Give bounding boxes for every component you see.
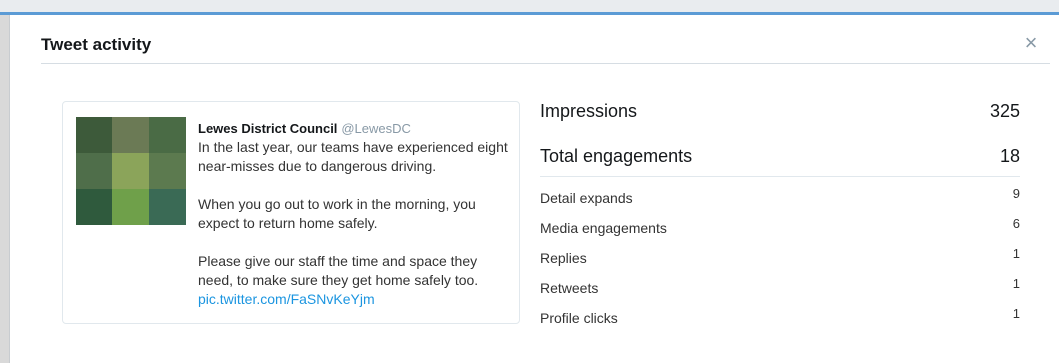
background-page-strip [0, 0, 1059, 15]
tweet-activity-modal: Tweet activity × Lewes District Council … [9, 15, 1059, 363]
stat-label: Retweets [540, 280, 599, 296]
tweet-body: Lewes District Council @LewesDC In the l… [198, 119, 508, 309]
tweet-media-thumbnail[interactable] [76, 117, 186, 225]
stat-value: 1 [1012, 246, 1020, 261]
media-tile [76, 189, 112, 225]
close-icon[interactable]: × [1020, 32, 1042, 54]
tweet-card[interactable]: Lewes District Council @LewesDC In the l… [62, 101, 520, 324]
media-tile [149, 189, 186, 225]
stat-value: 9 [1012, 186, 1020, 201]
media-tile [112, 153, 149, 189]
author-handle[interactable]: @LewesDC [341, 121, 411, 136]
stat-value: 6 [1012, 216, 1020, 231]
modal-title: Tweet activity [41, 35, 152, 54]
stat-total-engagements: Total engagements 18 [540, 146, 1020, 172]
stat-value: 325 [989, 101, 1020, 121]
modal-header: Tweet activity × [41, 32, 1050, 64]
stat-value: 18 [999, 146, 1020, 166]
stat-profile-clicks: Profile clicks 1 [540, 306, 1020, 332]
stat-label: Media engagements [540, 220, 667, 236]
stats-divider [540, 176, 1020, 177]
stat-retweets: Retweets 1 [540, 276, 1020, 302]
media-tile [149, 117, 186, 153]
stat-label: Impressions [540, 101, 638, 121]
stat-value: 1 [1012, 276, 1020, 291]
media-tile [112, 117, 149, 153]
stat-media-engagements: Media engagements 6 [540, 216, 1020, 242]
stat-label: Profile clicks [540, 310, 618, 326]
tweet-paragraph: Please give our staff the time and space… [198, 253, 479, 288]
stat-replies: Replies 1 [540, 246, 1020, 272]
stat-label: Detail expands [540, 190, 633, 206]
tweet-author: Lewes District Council @LewesDC [198, 119, 508, 138]
stat-impressions: Impressions 325 [540, 101, 1020, 127]
media-tile [149, 153, 186, 189]
tweet-media-link[interactable]: pic.twitter.com/FaSNvKeYjm [198, 291, 375, 307]
author-name[interactable]: Lewes District Council [198, 121, 337, 136]
tweet-paragraph: When you go out to work in the morning, … [198, 196, 476, 231]
stat-detail-expands: Detail expands 9 [540, 186, 1020, 212]
media-tile [76, 153, 112, 189]
stat-label: Replies [540, 250, 587, 266]
media-tile [112, 189, 149, 225]
tweet-paragraph: In the last year, our teams have experie… [198, 139, 508, 174]
stat-value: 1 [1012, 306, 1020, 321]
media-tile [76, 117, 112, 153]
stat-label: Total engagements [540, 146, 693, 166]
